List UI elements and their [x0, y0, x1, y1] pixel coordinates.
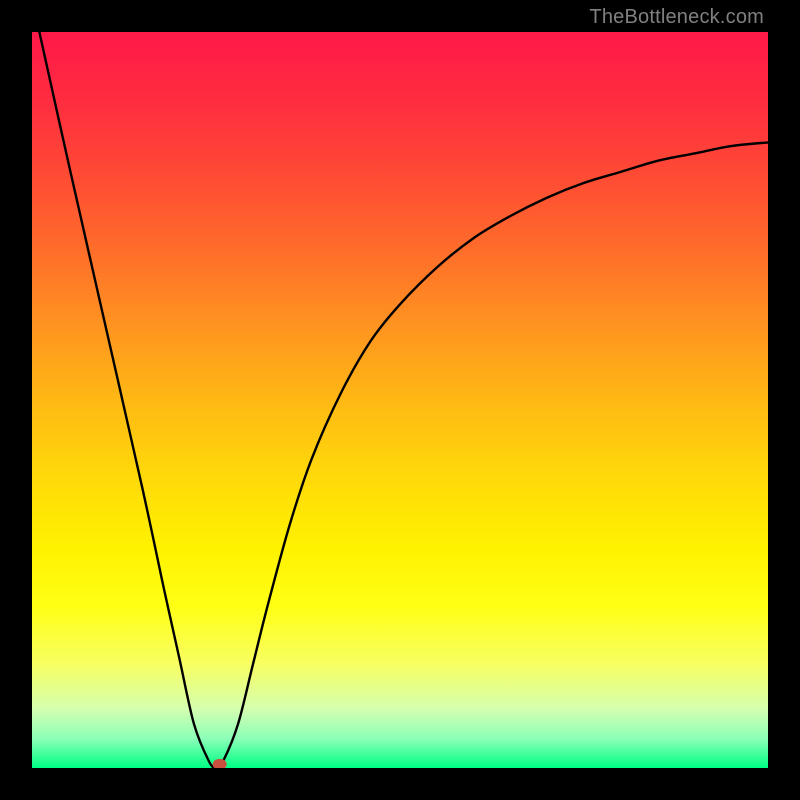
- watermark: TheBottleneck.com: [589, 6, 764, 29]
- bottleneck-curve: [39, 32, 768, 768]
- chart-frame: TheBottleneck.com: [0, 0, 800, 800]
- curve-layer: [32, 32, 768, 768]
- plot-area: [32, 32, 768, 768]
